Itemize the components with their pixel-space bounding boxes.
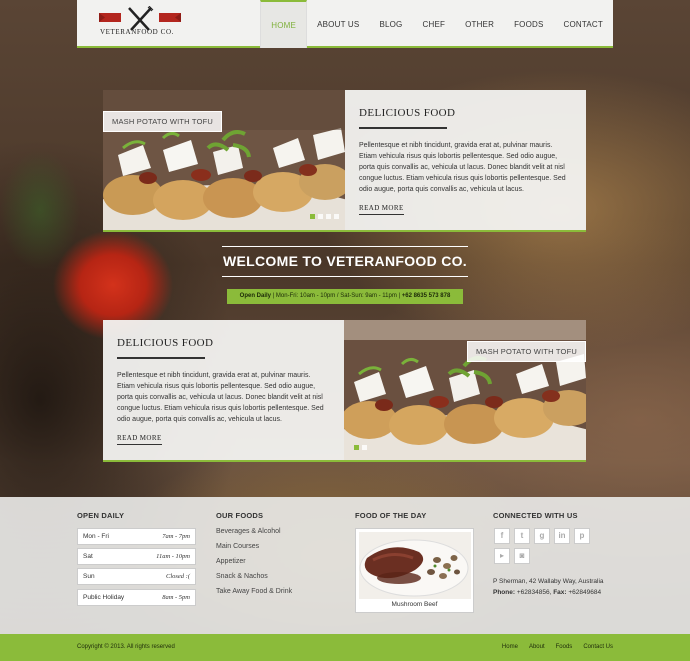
photo-caption: MASH POTATO WITH TOFU: [103, 111, 223, 132]
welcome-title: WELCOME TO VETERANFOOD CO.: [222, 246, 468, 277]
nav-chef[interactable]: CHEF: [412, 0, 455, 48]
facebook-icon[interactable]: f: [494, 528, 510, 544]
time-label: 7am - 7pm: [162, 533, 190, 540]
day-label: Public Holiday: [83, 594, 125, 601]
slider-dot[interactable]: [310, 214, 315, 219]
contact-address: P Sherman, 42 Wallaby Way, Australia Pho…: [493, 576, 604, 598]
slider-dots: [354, 445, 367, 450]
feature-block-1: MASH POTATO WITH TOFU DELICIOUS FOOD Pel…: [103, 90, 586, 232]
connected-title: CONNECTED WITH US: [493, 511, 578, 520]
footer-link-contact[interactable]: Contact Us: [583, 644, 613, 650]
time-label: 11am - 10pm: [156, 553, 190, 560]
food-photo: MASH POTATO WITH TOFU: [344, 320, 586, 460]
hours-row: Mon - Fri 7am - 7pm: [77, 528, 196, 545]
phone-value: +62834856,: [516, 589, 552, 596]
slider-dot[interactable]: [362, 445, 367, 450]
twitter-icon[interactable]: t: [514, 528, 530, 544]
footer-nav: Home About Foods Contact Us: [502, 644, 613, 650]
day-label: Mon - Fri: [83, 533, 109, 540]
main-nav: HOME ABOUT US BLOG CHEF OTHER FOODS CONT…: [260, 0, 613, 48]
background-leaf: [0, 150, 80, 270]
hours-row: Sun Closed :(: [77, 568, 196, 585]
linkedin-icon[interactable]: in: [554, 528, 570, 544]
youtube-icon[interactable]: ▸: [494, 548, 510, 564]
hours-row: Public Holiday 8am - 5pm: [77, 589, 196, 606]
slider-dot[interactable]: [334, 214, 339, 219]
feature-text-panel: DELICIOUS FOOD Pellentesque et nibh tinc…: [345, 90, 586, 230]
nav-home[interactable]: HOME: [260, 0, 308, 48]
food-of-the-day-title: FOOD OF THE DAY: [355, 511, 427, 520]
slider-dots: [310, 214, 339, 219]
address-text: P Sherman, 42 Wallaby Way, Australia: [493, 578, 604, 585]
photo-caption: MASH POTATO WITH TOFU: [466, 341, 586, 362]
open-daily-label: Open Daily: [239, 293, 272, 299]
fax-label: Fax:: [553, 589, 567, 596]
feature-text-panel: DELICIOUS FOOD Pellentesque et nibh tinc…: [103, 320, 344, 460]
slider-dot[interactable]: [318, 214, 323, 219]
day-label: Sun: [83, 573, 95, 580]
feature-body: Pellentesque et nibh tincidunt, gravida …: [359, 142, 566, 193]
mushroom-beef-image: [359, 532, 471, 599]
food-link[interactable]: Snack & Nachos: [216, 573, 268, 580]
nav-other[interactable]: OTHER: [455, 0, 504, 48]
fax-value: +62849684: [568, 589, 602, 596]
feature-body: Pellentesque et nibh tincidunt, gravida …: [117, 372, 324, 423]
footer-link-about[interactable]: About: [529, 644, 545, 650]
slider-dot[interactable]: [326, 214, 331, 219]
footer-link-foods[interactable]: Foods: [556, 644, 573, 650]
instagram-icon[interactable]: ◙: [514, 548, 530, 564]
day-label: Sat: [83, 553, 93, 560]
food-link[interactable]: Appetizer: [216, 558, 246, 565]
feature-title: DELICIOUS FOOD: [117, 337, 213, 359]
open-daily-title: OPEN DAILY: [77, 511, 125, 520]
slider-dot[interactable]: [354, 445, 359, 450]
phone-number: +62 8635 573 878: [401, 293, 451, 299]
footer-link-home[interactable]: Home: [502, 644, 518, 650]
copyright: Copyright © 2013. All rights reserved: [77, 644, 175, 650]
pinterest-icon[interactable]: p: [574, 528, 590, 544]
logo-text: VETERANFOOD CO.: [100, 28, 174, 36]
hours-bar: Open Daily | Mon-Fri: 10am - 10pm / Sat-…: [227, 289, 463, 304]
social-row-2: ▸ ◙: [494, 548, 530, 564]
feature-title: DELICIOUS FOOD: [359, 107, 455, 129]
read-more-link[interactable]: READ MORE: [359, 204, 404, 215]
food-of-the-day-image: [359, 532, 471, 599]
hours-row: Sat 11am - 10pm: [77, 548, 196, 565]
nav-about-us[interactable]: ABOUT US: [307, 0, 369, 48]
google-plus-icon[interactable]: g: [534, 528, 550, 544]
social-row-1: f t g in p: [494, 528, 590, 544]
nav-contact[interactable]: CONTACT: [554, 0, 613, 48]
nav-foods[interactable]: FOODS: [504, 0, 553, 48]
read-more-link[interactable]: READ MORE: [117, 434, 162, 445]
footer-widgets: OPEN DAILY OUR FOODS FOOD OF THE DAY CON…: [0, 497, 690, 634]
food-photo: MASH POTATO WITH TOFU: [103, 90, 345, 230]
nav-blog[interactable]: BLOG: [369, 0, 412, 48]
food-link[interactable]: Take Away Food & Drink: [216, 588, 292, 595]
bottom-bar: Copyright © 2013. All rights reserved Ho…: [0, 634, 690, 661]
food-link[interactable]: Main Courses: [216, 543, 259, 550]
hours-text: | Mon-Fri: 10am - 10pm / Sat-Sun: 9am - …: [272, 293, 401, 299]
feature-block-2: DELICIOUS FOOD Pellentesque et nibh tinc…: [103, 320, 586, 462]
site-header: VETERANFOOD CO. HOME ABOUT US BLOG CHEF …: [77, 0, 613, 48]
time-label: Closed :(: [165, 573, 190, 580]
food-of-the-day-card[interactable]: Mushroom Beef: [355, 528, 474, 613]
food-link[interactable]: Beverages & Alcohol: [216, 528, 281, 535]
phone-label: Phone:: [493, 589, 516, 596]
phone-fax-line: Phone: +62834856, Fax: +62849684: [493, 587, 604, 598]
time-label: 8am - 5pm: [162, 594, 190, 601]
food-of-the-day-caption: Mushroom Beef: [391, 601, 438, 608]
our-foods-title: OUR FOODS: [216, 511, 264, 520]
